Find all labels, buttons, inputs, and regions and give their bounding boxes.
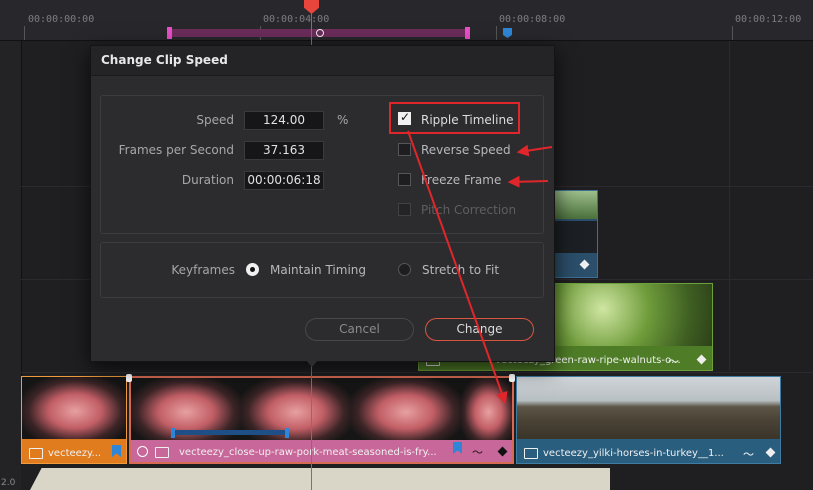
clip-horses[interactable]: vecteezy_yilki-horses-in-turkey__1... 〜 <box>516 376 781 464</box>
clip-thumbnail <box>555 284 712 346</box>
timeline-ruler[interactable]: 00:00:00:00 00:00:04:00 00:00:08:00 00:0… <box>0 0 813 41</box>
timecode-label: 00:00:12:00 <box>735 14 802 25</box>
audio-waveform-area <box>30 468 610 490</box>
ruler-tick <box>24 26 25 40</box>
blue-marker-icon[interactable] <box>503 28 512 38</box>
speed-unit-label: % <box>337 113 349 127</box>
clip-thumbnail <box>549 221 597 253</box>
clip-footer: vecteezy... <box>22 442 126 463</box>
clip-orange[interactable]: vecteezy... <box>21 376 127 464</box>
duration-input[interactable]: 00:00:06:18 <box>244 171 324 190</box>
timecode-label: 00:00:08:00 <box>499 14 566 25</box>
keyframe-icon[interactable] <box>579 259 590 270</box>
fps-input[interactable]: 37.163 <box>244 141 324 160</box>
clip-pork-selected[interactable]: vecteezy_close-up-raw-pork-meat-seasoned… <box>129 376 514 464</box>
reverse-speed-label[interactable]: Reverse Speed <box>421 143 511 157</box>
change-clip-speed-dialog: Change Clip Speed Speed 124.00 % Frames … <box>90 45 555 362</box>
timecode-label: 00:00:00:00 <box>28 14 95 25</box>
ruler-tick <box>496 26 497 40</box>
in-marker[interactable] <box>167 27 172 39</box>
clip-name: vecteezy... <box>48 448 102 459</box>
range-center-handle[interactable] <box>316 29 324 37</box>
clip-thumbnail <box>461 378 512 440</box>
ripple-timeline-checkbox[interactable] <box>398 110 411 125</box>
clip-footer: vecteezy_yilki-horses-in-turkey__1... <box>517 442 780 463</box>
timecode-label: 00:00:04:00 <box>263 14 330 25</box>
clip-thumbnail <box>22 377 126 439</box>
pitch-correction-label[interactable]: Pitch Correction <box>421 203 516 217</box>
maintain-timing-label[interactable]: Maintain Timing <box>270 263 366 277</box>
trim-handle[interactable] <box>126 374 132 382</box>
freeze-frame-label[interactable]: Freeze Frame <box>421 173 501 187</box>
clip-thumbnail <box>549 191 597 219</box>
clip-name: vecteezy_close-up-raw-pork-meat-seasoned… <box>179 447 437 458</box>
track-divider <box>21 372 813 373</box>
clip-v3[interactable] <box>548 190 598 278</box>
pitch-correction-checkbox[interactable] <box>398 203 411 216</box>
reverse-speed-checkbox[interactable] <box>398 143 411 156</box>
stretch-to-fit-radio[interactable] <box>398 263 411 276</box>
trim-handle[interactable] <box>509 374 515 382</box>
speed-curve-icon[interactable]: 〜 <box>472 444 483 460</box>
retime-handle[interactable] <box>171 428 175 438</box>
stretch-to-fit-label[interactable]: Stretch to Fit <box>422 263 499 277</box>
fps-label: Frames per Second <box>118 143 234 157</box>
clip-type-icon <box>29 448 43 459</box>
clip-thumbnail <box>517 377 780 439</box>
track-header-strip: 2.0 <box>0 41 22 490</box>
freeze-frame-checkbox[interactable] <box>398 173 411 186</box>
speed-curve-icon[interactable]: 〜 <box>668 353 679 369</box>
clip-thumbnail <box>351 378 461 440</box>
change-button[interactable]: Change <box>425 318 534 341</box>
speed-input[interactable]: 124.00 <box>244 111 324 130</box>
dialog-pointer <box>305 359 319 367</box>
cancel-button[interactable]: Cancel <box>305 318 414 341</box>
retime-handle[interactable] <box>285 428 289 438</box>
out-marker[interactable] <box>465 27 470 39</box>
audio-level-label: 2.0 <box>1 478 16 488</box>
ruler-tick <box>732 26 733 40</box>
speed-change-icon <box>137 446 148 457</box>
keyframes-label: Keyframes <box>171 263 235 277</box>
speed-curve-icon[interactable]: 〜 <box>743 446 754 462</box>
clip-type-icon <box>524 448 538 459</box>
grid-line <box>729 41 730 371</box>
maintain-timing-radio[interactable] <box>246 263 259 276</box>
retime-range-bar[interactable] <box>174 430 288 435</box>
speed-label: Speed <box>196 113 234 127</box>
duration-label: Duration <box>181 173 234 187</box>
clip-name: vecteezy_yilki-horses-in-turkey__1... <box>543 448 724 459</box>
clip-type-icon <box>155 447 169 458</box>
ripple-timeline-label[interactable]: Ripple Timeline <box>421 113 513 127</box>
dialog-title: Change Clip Speed <box>101 53 228 67</box>
